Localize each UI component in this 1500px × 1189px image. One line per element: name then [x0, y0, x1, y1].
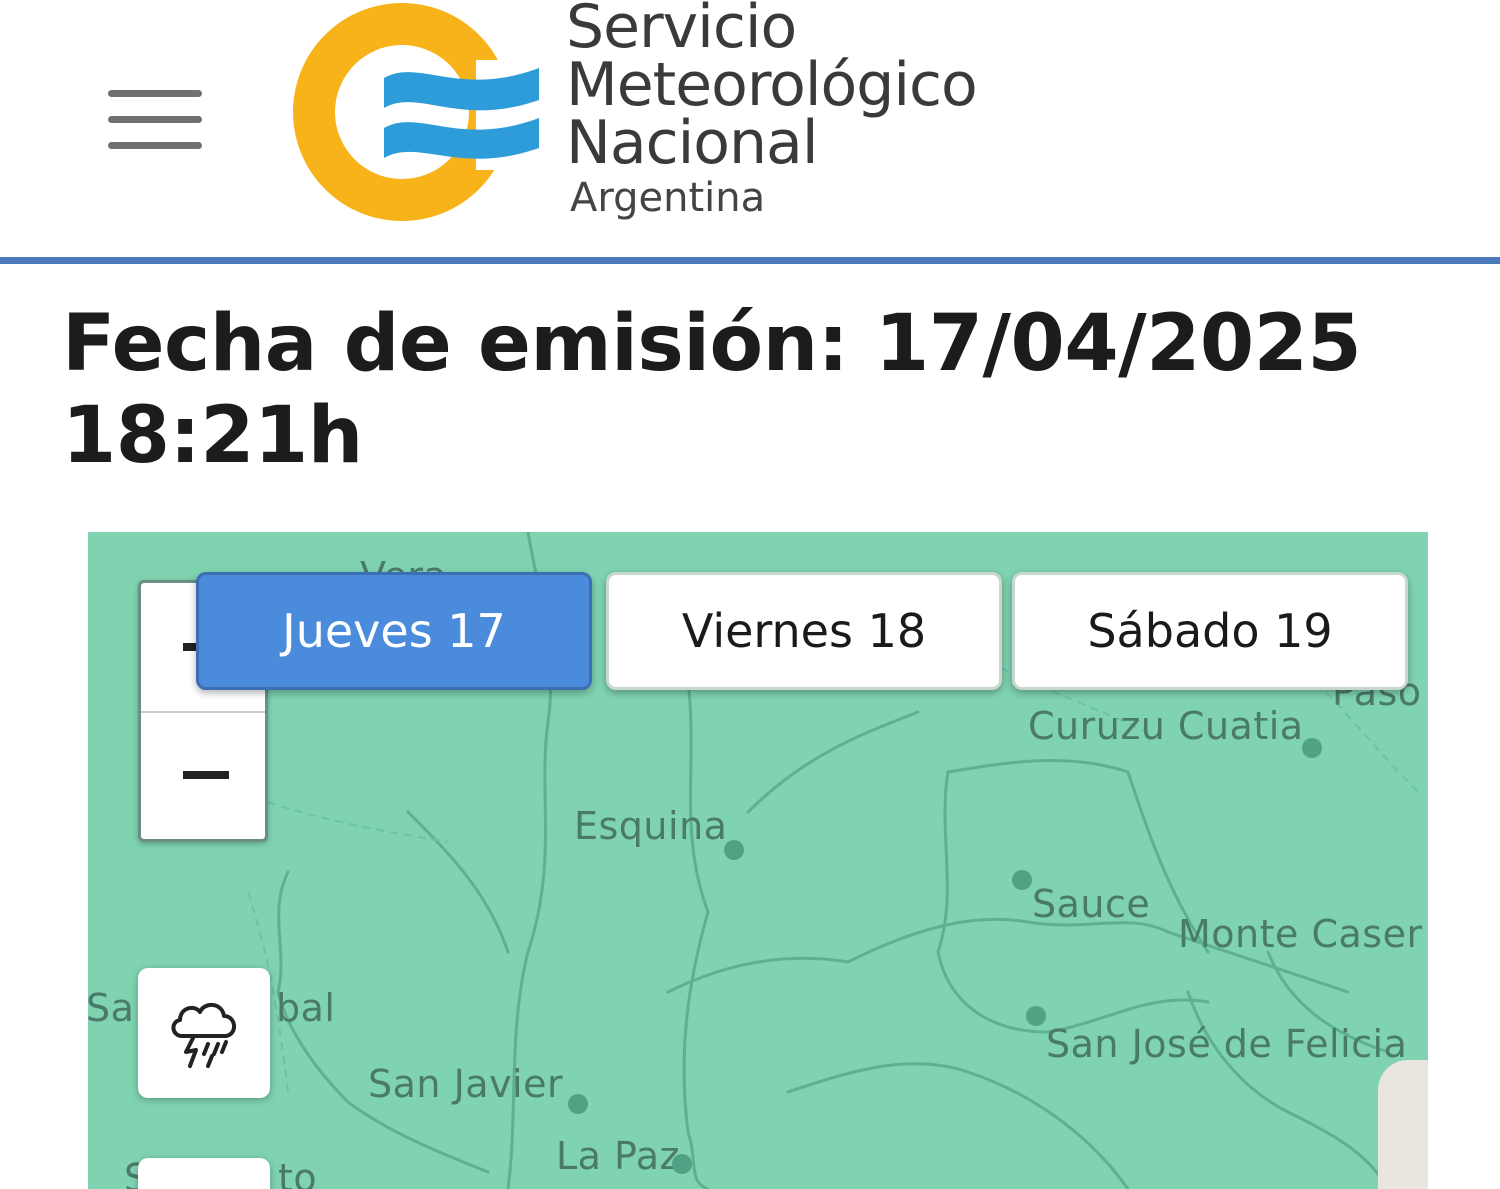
- issue-date-title: Fecha de emisión: 17/04/2025 18:21h: [62, 299, 1362, 481]
- place-label-san-cristobal-left: Sa: [88, 986, 135, 1030]
- smn-logo-wordmark: Servicio Meteorológico Nacional Argentin…: [566, 0, 978, 221]
- place-label-san-jose-feliciano: San José de Felicia: [1046, 1022, 1408, 1066]
- logo-subtitle-argentina: Argentina: [570, 175, 766, 221]
- place-label-curuzu-cuatia: Curuzu Cuatia: [1028, 704, 1304, 748]
- place-dot-la-paz: [672, 1154, 692, 1174]
- place-dot-esquina: [724, 840, 744, 860]
- storm-layer-button[interactable]: [138, 968, 270, 1098]
- site-header: Servicio Meteorológico Nacional Argentin…: [0, 0, 1500, 258]
- place-dot-san-javier: [568, 1094, 588, 1114]
- logo-line-nacional: Nacional: [566, 108, 818, 178]
- logo-line-servicio: Servicio: [566, 0, 797, 62]
- place-label-san-justo-right: to: [278, 1156, 318, 1189]
- tab-jueves-17[interactable]: Jueves 17: [196, 572, 592, 690]
- zoom-out-button[interactable]: [141, 713, 265, 839]
- smn-logo-mark-icon: [293, 3, 549, 221]
- place-label-monte-caseros: Monte Caser: [1178, 912, 1423, 956]
- hamburger-menu-icon[interactable]: [106, 86, 204, 154]
- place-label-san-javier: San Javier: [368, 1062, 564, 1106]
- place-dot-sauce: [1012, 870, 1032, 890]
- tab-sabado-19[interactable]: Sábado 19: [1012, 572, 1408, 690]
- forecast-map[interactable]: Vera Paso Curuzu Cuatia Esquina Sauce Mo…: [88, 532, 1428, 1189]
- logo-line-meteorologico: Meteorológico: [566, 50, 978, 120]
- header-divider: [0, 257, 1500, 264]
- place-label-esquina: Esquina: [574, 804, 728, 848]
- map-land-edge: [1378, 1060, 1428, 1189]
- place-label-san-cristobal-right: bal: [276, 986, 336, 1030]
- smn-logo[interactable]: Servicio Meteorológico Nacional Argentin…: [284, 0, 1044, 240]
- place-dot-san-jose-feliciano: [1026, 1006, 1046, 1026]
- tab-viernes-18[interactable]: Viernes 18: [606, 572, 1002, 690]
- map-layer-button-secondary[interactable]: [138, 1158, 270, 1189]
- place-label-sauce: Sauce: [1032, 882, 1151, 926]
- thunderstorm-icon: [171, 1003, 236, 1068]
- place-label-la-paz: La Paz: [556, 1134, 680, 1178]
- place-dot-curuzu-cuatia: [1302, 738, 1322, 758]
- day-tabs: Jueves 17 Viernes 18 Sábado 19: [196, 572, 1410, 692]
